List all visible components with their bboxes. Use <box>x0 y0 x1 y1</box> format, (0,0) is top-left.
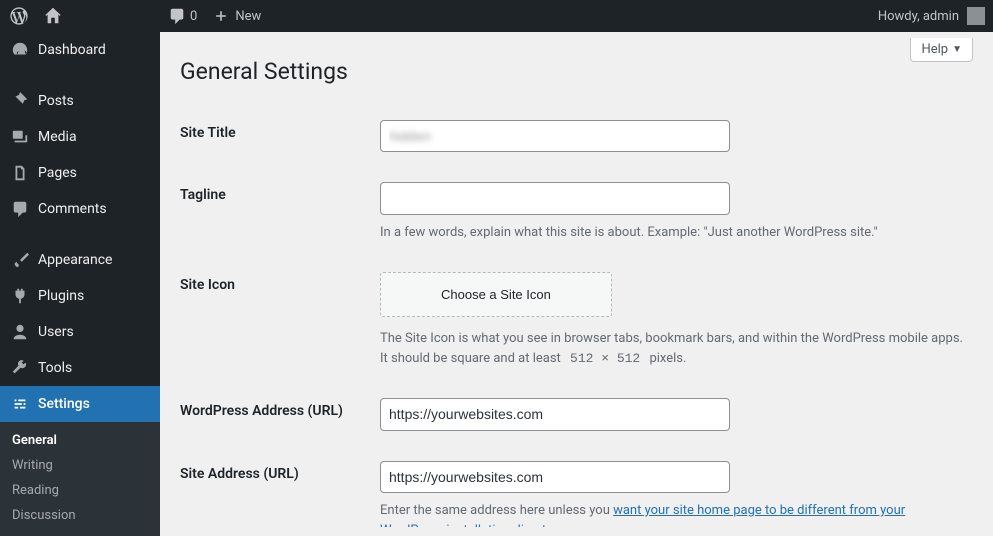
howdy-account[interactable]: Howdy, admin <box>870 0 993 32</box>
submenu-reading[interactable]: Reading <box>0 478 160 503</box>
menu-media-label: Media <box>38 129 77 145</box>
tagline-description: In a few words, explain what this site i… <box>380 223 963 243</box>
new-label: New <box>235 9 261 24</box>
menu-plugins-label: Plugins <box>38 288 84 304</box>
admin-menu: Dashboard Posts Media Pages Comments App… <box>0 32 160 527</box>
plugin-icon <box>10 286 30 306</box>
tagline-label: Tagline <box>180 167 380 257</box>
menu-media[interactable]: Media <box>0 119 160 155</box>
site-title-label: Site Title <box>180 105 380 167</box>
site-url-description: Enter the same address here unless you w… <box>380 501 963 527</box>
menu-pages[interactable]: Pages <box>0 155 160 191</box>
media-icon <box>10 127 30 147</box>
size-code: 512 × 512 <box>564 349 646 368</box>
chevron-down-icon: ▼ <box>952 44 962 55</box>
menu-dashboard-label: Dashboard <box>38 42 106 58</box>
site-icon-label: Site Icon <box>180 257 380 383</box>
brush-icon <box>10 250 30 270</box>
submenu-general[interactable]: General <box>0 428 160 453</box>
site-url-input[interactable] <box>380 461 730 493</box>
site-url-label: Site Address (URL) <box>180 446 380 527</box>
menu-comments-label: Comments <box>38 201 107 217</box>
site-icon-description: The Site Icon is what you see in browser… <box>380 329 963 368</box>
content-body: Help ▼ General Settings Site Title Tagli… <box>160 32 993 527</box>
menu-users[interactable]: Users <box>0 314 160 350</box>
new-content[interactable]: New <box>205 0 269 32</box>
menu-plugins[interactable]: Plugins <box>0 278 160 314</box>
help-button[interactable]: Help ▼ <box>910 38 973 62</box>
menu-comments[interactable]: Comments <box>0 191 160 227</box>
site-title-input[interactable] <box>380 120 730 152</box>
comments-count: 0 <box>190 9 197 24</box>
tagline-input[interactable] <box>380 182 730 214</box>
menu-posts-label: Posts <box>38 93 74 109</box>
menu-users-label: Users <box>38 324 74 340</box>
menu-tools[interactable]: Tools <box>0 350 160 386</box>
howdy-label: Howdy, admin <box>878 9 959 24</box>
avatar-icon <box>967 7 985 25</box>
wrench-icon <box>10 358 30 378</box>
wp-logo-icon[interactable] <box>0 0 36 32</box>
user-icon <box>10 322 30 342</box>
menu-dashboard[interactable]: Dashboard <box>0 32 160 68</box>
menu-tools-label: Tools <box>38 360 72 376</box>
pages-icon <box>10 163 30 183</box>
menu-pages-label: Pages <box>38 165 77 181</box>
menu-appearance-label: Appearance <box>38 252 112 268</box>
home-icon[interactable] <box>36 0 70 32</box>
admin-bar: 0 New Howdy, admin <box>0 0 993 32</box>
help-label: Help <box>921 42 948 57</box>
wp-url-label: WordPress Address (URL) <box>180 383 380 445</box>
submenu-discussion[interactable]: Discussion <box>0 503 160 528</box>
wp-url-input[interactable] <box>380 398 730 430</box>
settings-form: Site Title Tagline In a few words, expla… <box>180 105 973 527</box>
dashboard-icon <box>10 40 30 60</box>
menu-appearance[interactable]: Appearance <box>0 242 160 278</box>
comments-menu-icon <box>10 199 30 219</box>
settings-submenu: General Writing Reading Discussion <box>0 422 160 536</box>
pin-icon <box>10 91 30 111</box>
choose-site-icon-button[interactable]: Choose a Site Icon <box>380 272 612 317</box>
sliders-icon <box>10 394 30 414</box>
submenu-writing[interactable]: Writing <box>0 453 160 478</box>
menu-settings-label: Settings <box>38 396 90 412</box>
comments-icon[interactable]: 0 <box>160 0 205 32</box>
page-title: General Settings <box>180 32 973 93</box>
menu-settings[interactable]: Settings <box>0 386 160 422</box>
menu-posts[interactable]: Posts <box>0 83 160 119</box>
